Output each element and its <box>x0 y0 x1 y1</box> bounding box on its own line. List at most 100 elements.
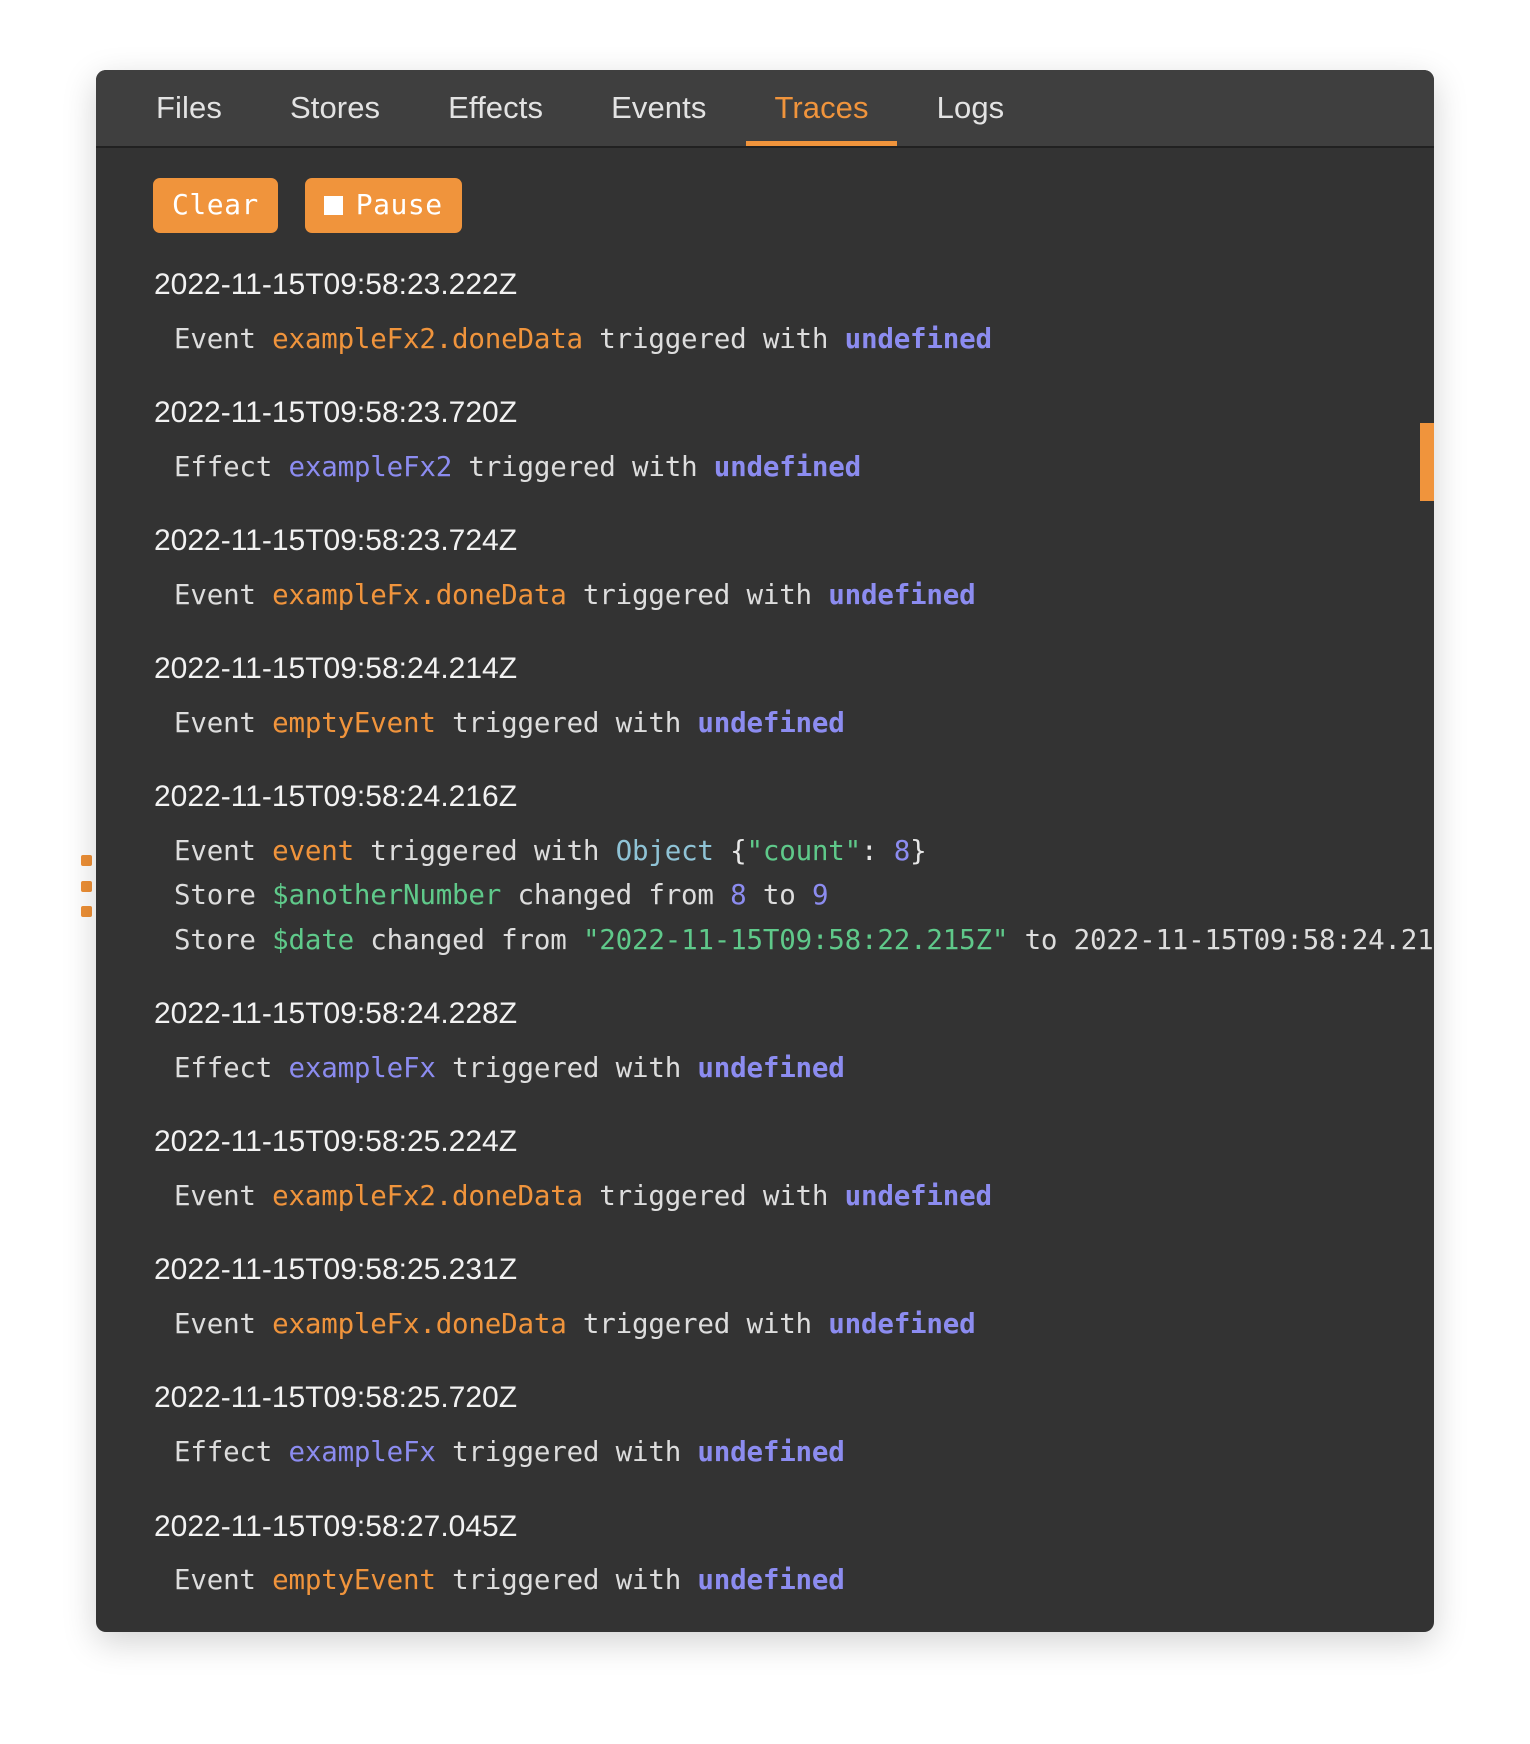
trace-line-effect: Effect exampleFx triggered with undefine… <box>154 1046 1394 1091</box>
trace-token-undef: undefined <box>828 578 976 611</box>
trace-group[interactable]: 2022-11-15T09:58:23.724Z Event exampleFx.… <box>96 521 1434 617</box>
trace-line-event: Event emptyEvent triggered with undefine… <box>154 1558 1394 1603</box>
trace-timestamp: 2022-11-15T09:58:25.231Z <box>154 1253 518 1287</box>
trace-token-plain: triggered with <box>353 834 616 867</box>
trace-token-undef: undefined <box>697 706 845 739</box>
trace-token-number: 9 <box>811 879 829 912</box>
panel-resize-handle[interactable] <box>80 855 92 917</box>
trace-timestamp: 2022-11-15T09:58:25.224Z <box>154 1125 518 1159</box>
traces-list[interactable]: 2022-11-15T09:58:23.222Z Event exampleFx2… <box>96 247 1434 1632</box>
trace-group[interactable]: 2022-11-15T09:58:25.720Z Effect exampleFx… <box>96 1378 1434 1474</box>
trace-line-event: Event exampleFx.doneData triggered with … <box>154 573 1394 618</box>
tab-stores[interactable]: Stores <box>256 70 414 146</box>
clear-button-label: Clear <box>172 188 259 221</box>
pause-button-label: Pause <box>355 188 443 221</box>
trace-token-plain: Effect <box>174 1051 289 1084</box>
trace-token-plain: to <box>746 879 812 912</box>
pause-button[interactable]: Pause <box>304 178 462 233</box>
trace-token-effect: exampleFx <box>288 1435 436 1468</box>
trace-group[interactable]: 2022-11-15T09:58:27.045Z Event emptyEvent… <box>96 1507 1434 1603</box>
trace-token-plain: triggered with <box>435 1435 698 1468</box>
trace-line-event: Event exampleFx2.doneData triggered with… <box>154 317 1394 362</box>
trace-group[interactable]: 2022-11-15T09:58:25.224Z Event exampleFx2… <box>96 1122 1434 1218</box>
trace-group[interactable]: 2022-11-15T09:58:23.720Z Effect exampleFx… <box>96 393 1434 489</box>
trace-token-plain: Event <box>174 578 273 611</box>
stop-square-icon <box>323 195 343 215</box>
trace-token-event: exampleFx2.doneData <box>272 322 583 355</box>
trace-line-store: Store $anotherNumber changed from 8 to 9 <box>154 873 1394 918</box>
trace-timestamp: 2022-11-15T09:58:24.228Z <box>154 997 518 1031</box>
trace-line-store: Store $date changed from "2022-11-15T09:… <box>154 918 1434 963</box>
trace-token-plain: Effect <box>174 1435 289 1468</box>
trace-token-event: event <box>272 834 354 867</box>
tab-label: Stores <box>289 90 381 125</box>
trace-token-undef: undefined <box>697 1051 845 1084</box>
trace-token-event: emptyEvent <box>272 1564 436 1597</box>
tab-label: Effects <box>448 90 544 125</box>
trace-token-plain: triggered with <box>582 1179 845 1212</box>
trace-group[interactable]: 2022-11-15T09:58:24.216Z Event event trig… <box>96 777 1434 962</box>
trace-token-undef: undefined <box>713 450 861 483</box>
tab-label: Events <box>611 90 707 125</box>
traces-toolbar: Clear Pause <box>96 148 1434 247</box>
trace-token-plain: Store <box>174 923 273 956</box>
trace-token-plain: triggered with <box>566 578 829 611</box>
trace-token-plain: Store <box>174 879 273 912</box>
trace-line-event: Event exampleFx2.doneData triggered with… <box>154 1174 1394 1219</box>
trace-timestamp: 2022-11-15T09:58:23.222Z <box>154 268 518 301</box>
trace-token-plain: Event <box>174 1564 273 1597</box>
trace-timestamp: 2022-11-15T09:58:27.045Z <box>154 1509 518 1543</box>
trace-group[interactable]: 2022-11-15T09:58:25.231Z Event exampleFx.… <box>96 1250 1434 1346</box>
trace-token-plain: Event <box>174 322 273 355</box>
tab-bar: Files Stores Effects Events Traces Logs <box>96 70 1434 148</box>
app-root: Files Stores Effects Events Traces Logs Clear… <box>0 0 1530 1744</box>
trace-token-objtype: Object <box>615 834 714 867</box>
trace-token-store: $date <box>272 923 354 956</box>
trace-line-effect: Effect exampleFx2 triggered with undefin… <box>154 445 1394 490</box>
trace-token-plain: triggered with <box>582 322 845 355</box>
trace-token-string: "2022-11-15T09:58:22.215Z" <box>582 923 1009 956</box>
trace-line-event: Event emptyEvent triggered with undefine… <box>154 701 1394 746</box>
vertical-scrollbar-track[interactable] <box>1420 247 1434 1632</box>
trace-token-plain: triggered with <box>452 450 714 483</box>
trace-group[interactable]: 2022-11-15T09:58:24.214Z Event emptyEvent… <box>96 649 1434 745</box>
trace-token-brace: } <box>910 834 927 867</box>
trace-token-undef: undefined <box>844 1179 992 1212</box>
trace-token-undef: undefined <box>828 1307 976 1340</box>
trace-token-plain: triggered with <box>435 1051 698 1084</box>
tab-events[interactable]: Events <box>577 70 740 146</box>
tab-logs[interactable]: Logs <box>903 70 1039 146</box>
trace-token-brace: { <box>713 834 747 867</box>
trace-token-store: $anotherNumber <box>272 879 502 912</box>
clear-button[interactable]: Clear <box>153 178 278 233</box>
drag-dot-icon <box>80 880 92 892</box>
trace-timestamp: 2022-11-15T09:58:23.720Z <box>154 396 518 430</box>
trace-token-event: exampleFx.doneData <box>272 578 567 611</box>
trace-group[interactable]: 2022-11-15T09:58:23.222Z Event exampleFx2… <box>96 265 1434 361</box>
tab-effects[interactable]: Effects <box>414 70 577 146</box>
trace-token-undef: undefined <box>697 1564 845 1597</box>
tab-traces[interactable]: Traces <box>740 70 902 146</box>
trace-token-number: 8 <box>730 879 747 912</box>
trace-timestamp: 2022-11-15T09:58:24.216Z <box>154 780 518 814</box>
devtools-panel: Files Stores Effects Events Traces Logs Clear… <box>96 70 1434 1632</box>
vertical-scrollbar-thumb[interactable] <box>1420 423 1434 501</box>
tab-files[interactable]: Files <box>122 70 256 146</box>
trace-token-number: 8 <box>893 834 911 867</box>
tab-label: Logs <box>936 90 1005 125</box>
trace-token-plain: Event <box>174 834 273 867</box>
trace-token-undef: undefined <box>697 1435 845 1468</box>
trace-token-plain: Event <box>174 1307 273 1340</box>
trace-group[interactable]: 2022-11-15T09:58:24.228Z Effect exampleFx… <box>96 994 1434 1090</box>
trace-token-effect: exampleFx <box>288 1051 436 1084</box>
trace-token-plain: to <box>1008 923 1074 956</box>
traces-container: 2022-11-15T09:58:23.222Z Event exampleFx2… <box>96 265 1434 1603</box>
trace-token-plain: Event <box>174 706 273 739</box>
drag-dot-icon <box>80 906 92 917</box>
tab-label: Files <box>156 90 222 125</box>
trace-token-plain: changed from <box>353 923 583 956</box>
trace-token-brace: : <box>861 834 894 867</box>
trace-token-event: exampleFx2.doneData <box>272 1179 583 1212</box>
trace-token-effect: exampleFx2 <box>288 450 453 483</box>
trace-token-plain: triggered with <box>435 1564 698 1597</box>
